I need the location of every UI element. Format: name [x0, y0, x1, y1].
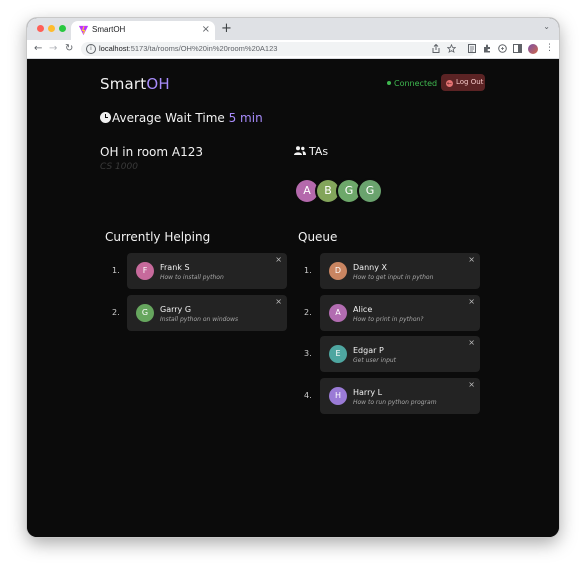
queue-number: 4.: [304, 390, 312, 400]
extensions-icon[interactable]: [483, 44, 492, 53]
room-title: OH in room A123: [100, 145, 204, 159]
tab-strip: SmartOH × + ⌄: [27, 18, 559, 40]
close-window-button[interactable]: [37, 25, 44, 32]
student-avatar: E: [329, 345, 347, 363]
vite-favicon-icon: [78, 25, 89, 36]
student-question: How to get input in python: [353, 274, 434, 281]
forward-icon[interactable]: →: [49, 42, 57, 56]
wait-time-value: 5 min: [228, 111, 263, 125]
student-avatar: D: [329, 262, 347, 280]
logout-button[interactable]: ← Log Out: [441, 74, 485, 91]
ta-avatar[interactable]: G: [338, 180, 360, 202]
remove-close-icon[interactable]: ×: [275, 255, 282, 265]
connection-status: Connected: [387, 79, 437, 88]
tab-close-icon[interactable]: ×: [202, 24, 210, 36]
student-name: Danny X: [353, 263, 387, 272]
queue-heading: Queue: [298, 230, 338, 244]
status-dot-icon: [387, 81, 391, 85]
queue-number: 3.: [304, 349, 312, 358]
student-question: Install python on windows: [160, 315, 239, 323]
remove-close-icon[interactable]: ×: [468, 255, 475, 265]
ta-avatar[interactable]: B: [317, 180, 339, 202]
reader-icon[interactable]: [468, 44, 476, 53]
ta-avatar[interactable]: A: [296, 180, 318, 202]
helping-card[interactable]: F Frank S How to install python ×: [127, 253, 287, 289]
browser-window: SmartOH × + ⌄ ← → ↻ i localhost:5173/ta/…: [27, 18, 559, 537]
queue-card[interactable]: A Alice How to print in python? ×: [320, 294, 480, 331]
ta-avatar[interactable]: G: [359, 180, 381, 202]
queue-number: 1.: [304, 266, 312, 275]
student-name: Harry L: [353, 387, 383, 397]
student-avatar: H: [329, 386, 347, 405]
new-tab-button[interactable]: +: [221, 21, 232, 37]
address-bar[interactable]: i localhost:5173/ta/rooms/OH%20in%20room…: [81, 42, 476, 56]
student-avatar: G: [136, 303, 154, 322]
logout-icon: ←: [446, 80, 453, 87]
remove-close-icon[interactable]: ×: [468, 297, 475, 307]
browser-toolbar: ← → ↻ i localhost:5173/ta/rooms/OH%20in%…: [27, 40, 559, 59]
maximize-window-button[interactable]: [59, 25, 66, 32]
student-question: How to run python program: [353, 398, 437, 406]
student-avatar: A: [329, 303, 347, 322]
student-avatar: F: [136, 262, 154, 280]
tab-search-chevron-icon[interactable]: ⌄: [543, 22, 550, 31]
student-name: Alice: [353, 304, 373, 314]
remove-close-icon[interactable]: ×: [468, 338, 475, 348]
media-icon[interactable]: [498, 44, 507, 53]
app-logo[interactable]: SmartOH: [100, 75, 170, 93]
queue-card[interactable]: D Danny X How to get input in python ×: [320, 253, 480, 289]
currently-helping-heading: Currently Helping: [105, 230, 211, 244]
clock-icon: [100, 112, 111, 123]
remove-close-icon[interactable]: ×: [275, 297, 282, 307]
student-question: Get user input: [353, 357, 397, 364]
helping-number: 1.: [112, 266, 120, 275]
reload-icon[interactable]: ↻: [65, 42, 73, 56]
student-name: Edgar P: [353, 346, 384, 355]
app-content: SmartOH Connected ← Log Out Average Wait …: [27, 59, 559, 537]
profile-avatar[interactable]: [528, 44, 538, 54]
site-info-icon[interactable]: i: [86, 44, 96, 54]
student-question: How to print in python?: [353, 315, 424, 323]
course-code: CS 1000: [100, 162, 138, 172]
minimize-window-button[interactable]: [48, 25, 55, 32]
average-wait-time: Average Wait Time 5 min: [100, 111, 263, 125]
helping-card[interactable]: G Garry G Install python on windows ×: [127, 294, 287, 331]
tab-title: SmartOH: [92, 25, 126, 34]
queue-number: 2.: [304, 307, 312, 317]
menu-dots-icon[interactable]: ⋮: [545, 42, 554, 54]
remove-close-icon[interactable]: ×: [468, 380, 475, 390]
back-icon[interactable]: ←: [34, 42, 42, 56]
student-name: Garry G: [160, 304, 192, 314]
queue-card[interactable]: H Harry L How to run python program ×: [320, 377, 480, 414]
people-icon: [294, 146, 306, 155]
sidepanel-icon[interactable]: [513, 44, 522, 53]
share-icon[interactable]: [432, 44, 440, 53]
bookmark-star-icon[interactable]: [447, 44, 456, 53]
queue-card[interactable]: E Edgar P Get user input ×: [320, 336, 480, 372]
student-question: How to install python: [160, 274, 224, 281]
browser-tab[interactable]: SmartOH ×: [71, 21, 215, 40]
tas-heading: TAs: [294, 145, 328, 158]
url-text[interactable]: localhost:5173/ta/rooms/OH%20in%20room%2…: [99, 43, 277, 55]
student-name: Frank S: [160, 263, 190, 272]
helping-number: 2.: [112, 307, 120, 317]
